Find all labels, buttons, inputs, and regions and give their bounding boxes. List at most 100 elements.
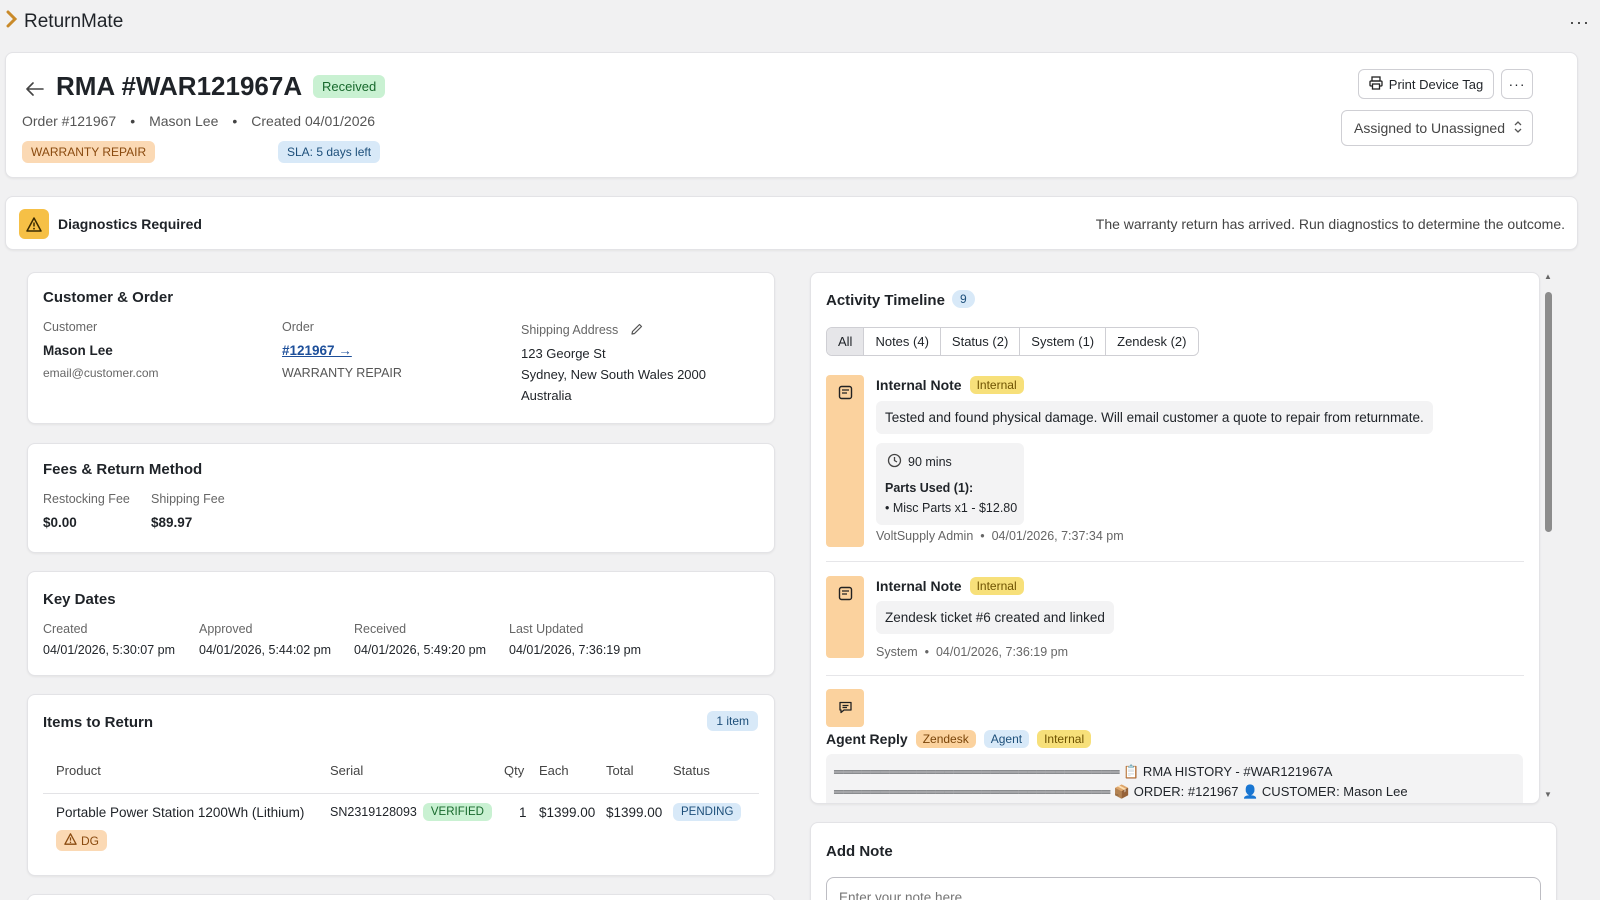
back-arrow-icon[interactable] (26, 79, 44, 102)
key-dates-card: Key Dates Created 04/01/2026, 5:30:07 pm… (27, 571, 775, 676)
serial-cell: SN2319128093 VERIFIED (330, 803, 492, 821)
timeline-marker (826, 375, 864, 547)
tab-notes[interactable]: Notes (4) (864, 328, 941, 355)
shipping-address-label: Shipping Address (521, 322, 644, 339)
section-title: Add Note (826, 843, 893, 860)
assignee-select[interactable]: Assigned to Unassigned (1341, 110, 1533, 146)
verified-badge: VERIFIED (422, 803, 492, 821)
chat-icon (838, 700, 853, 727)
tab-system[interactable]: System (1) (1020, 328, 1107, 355)
chevron-updown-icon (1514, 120, 1522, 136)
alert-title: Diagnostics Required (58, 216, 202, 232)
section-title: Activity Timeline (826, 292, 945, 309)
date-value: 04/01/2026, 5:44:02 pm (199, 643, 332, 657)
app-more-button[interactable]: ··· (1569, 12, 1590, 33)
address-line: Sydney, New South Wales 2000 (521, 367, 706, 382)
timeline-entry-header: Internal Note Internal (876, 577, 1024, 595)
page-title: RMA #WAR121967A (56, 71, 303, 101)
timeline-entry-header: Internal Note Internal (876, 376, 1024, 394)
entry-title: Internal Note (876, 377, 962, 393)
date-label: Last Updated (509, 622, 584, 636)
more-actions-button[interactable]: ··· (1501, 69, 1533, 99)
column-header: Status (673, 763, 710, 778)
total-cell: $1399.00 (606, 805, 663, 820)
column-header: Serial (330, 763, 364, 778)
internal-tag: Internal (969, 577, 1024, 595)
separator-dot: • (921, 645, 933, 659)
diagnostics-alert: Diagnostics Required The warranty return… (5, 196, 1578, 250)
timeline-scrollbar[interactable]: ▲ ▼ (1541, 272, 1555, 804)
top-bar: ReturnMate ··· (0, 0, 1600, 44)
order-number: Order #121967 (22, 113, 117, 129)
entry-timestamp: 04/01/2026, 7:36:19 pm (935, 645, 1069, 659)
chevron-right-icon (6, 10, 18, 34)
entry-title: Internal Note (876, 578, 962, 594)
date-label: Received (354, 622, 407, 636)
order-link[interactable]: #121967 → (282, 343, 352, 358)
each-cell: $1399.00 (539, 805, 596, 820)
restocking-fee-label: Restocking Fee (43, 492, 130, 506)
items-count-badge: 1 item (707, 711, 758, 731)
date-value: 04/01/2026, 5:49:20 pm (354, 643, 487, 657)
scroll-down-icon[interactable]: ▼ (1544, 790, 1552, 799)
entry-meta: VoltSupply Admin • 04/01/2026, 7:37:34 p… (876, 529, 1124, 543)
address-line: 123 George St (521, 346, 606, 361)
entry-divider (826, 561, 1524, 562)
brand[interactable]: ReturnMate (6, 10, 123, 34)
customer-name: Mason Lee (149, 113, 219, 129)
reply-line: ═══════════════════════════════ 📋 RMA HI… (834, 764, 1333, 779)
agent-tag: Agent (983, 730, 1030, 748)
customer-label: Customer (43, 320, 98, 334)
note-body: Zendesk ticket #6 created and linked (876, 601, 1114, 634)
warning-icon (64, 833, 77, 848)
order-label: Order (282, 320, 314, 334)
print-device-tag-button[interactable]: Print Device Tag (1358, 69, 1494, 99)
tab-status[interactable]: Status (2) (940, 328, 1021, 355)
timeline-count-badge: 9 (952, 290, 975, 308)
entry-author: System (876, 645, 918, 659)
timeline-tabs: All Notes (4) Status (2) System (1) Zend… (826, 327, 1199, 356)
parts-item: • Misc Parts x1 - $12.80 (885, 501, 1018, 515)
entry-author: VoltSupply Admin (876, 529, 974, 543)
dg-label: DG (81, 833, 99, 848)
timeline-marker (826, 689, 864, 727)
agent-reply-body: ═══════════════════════════════ 📋 RMA HI… (826, 754, 1523, 803)
date-value: 04/01/2026, 5:30:07 pm (43, 643, 176, 657)
pencil-icon[interactable] (630, 322, 644, 339)
tab-all[interactable]: All (827, 328, 865, 355)
column-header: Qty (504, 763, 525, 778)
warning-icon (19, 209, 49, 239)
note-input[interactable] (826, 877, 1541, 900)
internal-tag: Internal (969, 376, 1024, 394)
section-title: Customer & Order (43, 289, 174, 306)
row-divider (43, 793, 759, 794)
timeline-marker (826, 576, 864, 658)
entry-meta: System • 04/01/2026, 7:36:19 pm (876, 645, 1068, 659)
status-cell: PENDING (673, 803, 742, 821)
note-icon (838, 385, 853, 547)
entry-title: Agent Reply (826, 731, 908, 747)
time-spent-value: 90 mins (908, 455, 952, 469)
created-date: Created 04/01/2026 (251, 113, 376, 129)
restocking-fee-value: $0.00 (43, 515, 77, 530)
brand-name: ReturnMate (24, 11, 124, 32)
customer-order-card: Customer & Order Customer Mason Lee emai… (27, 272, 775, 424)
section-title: Items to Return (43, 714, 154, 731)
tab-zendesk[interactable]: Zendesk (2) (1106, 328, 1198, 355)
add-note-card: Add Note (810, 822, 1557, 900)
shipping-fee-label: Shipping Fee (151, 492, 225, 506)
date-value: 04/01/2026, 7:36:19 pm (509, 643, 642, 657)
next-card (27, 894, 775, 900)
zendesk-tag: Zendesk (915, 730, 976, 748)
customer-name: Mason Lee (43, 343, 113, 358)
scroll-up-icon[interactable]: ▲ (1544, 272, 1552, 281)
qty-cell: 1 (519, 805, 527, 820)
pending-badge: PENDING (673, 803, 742, 821)
order-type: WARRANTY REPAIR (282, 366, 402, 380)
assignee-label: Assigned to Unassigned (1354, 120, 1505, 136)
scroll-thumb[interactable] (1545, 292, 1552, 532)
internal-tag: Internal (1037, 730, 1092, 748)
clock-icon (887, 453, 902, 471)
section-title: Fees & Return Method (43, 461, 203, 478)
parts-title: Parts Used (1): (885, 481, 974, 495)
